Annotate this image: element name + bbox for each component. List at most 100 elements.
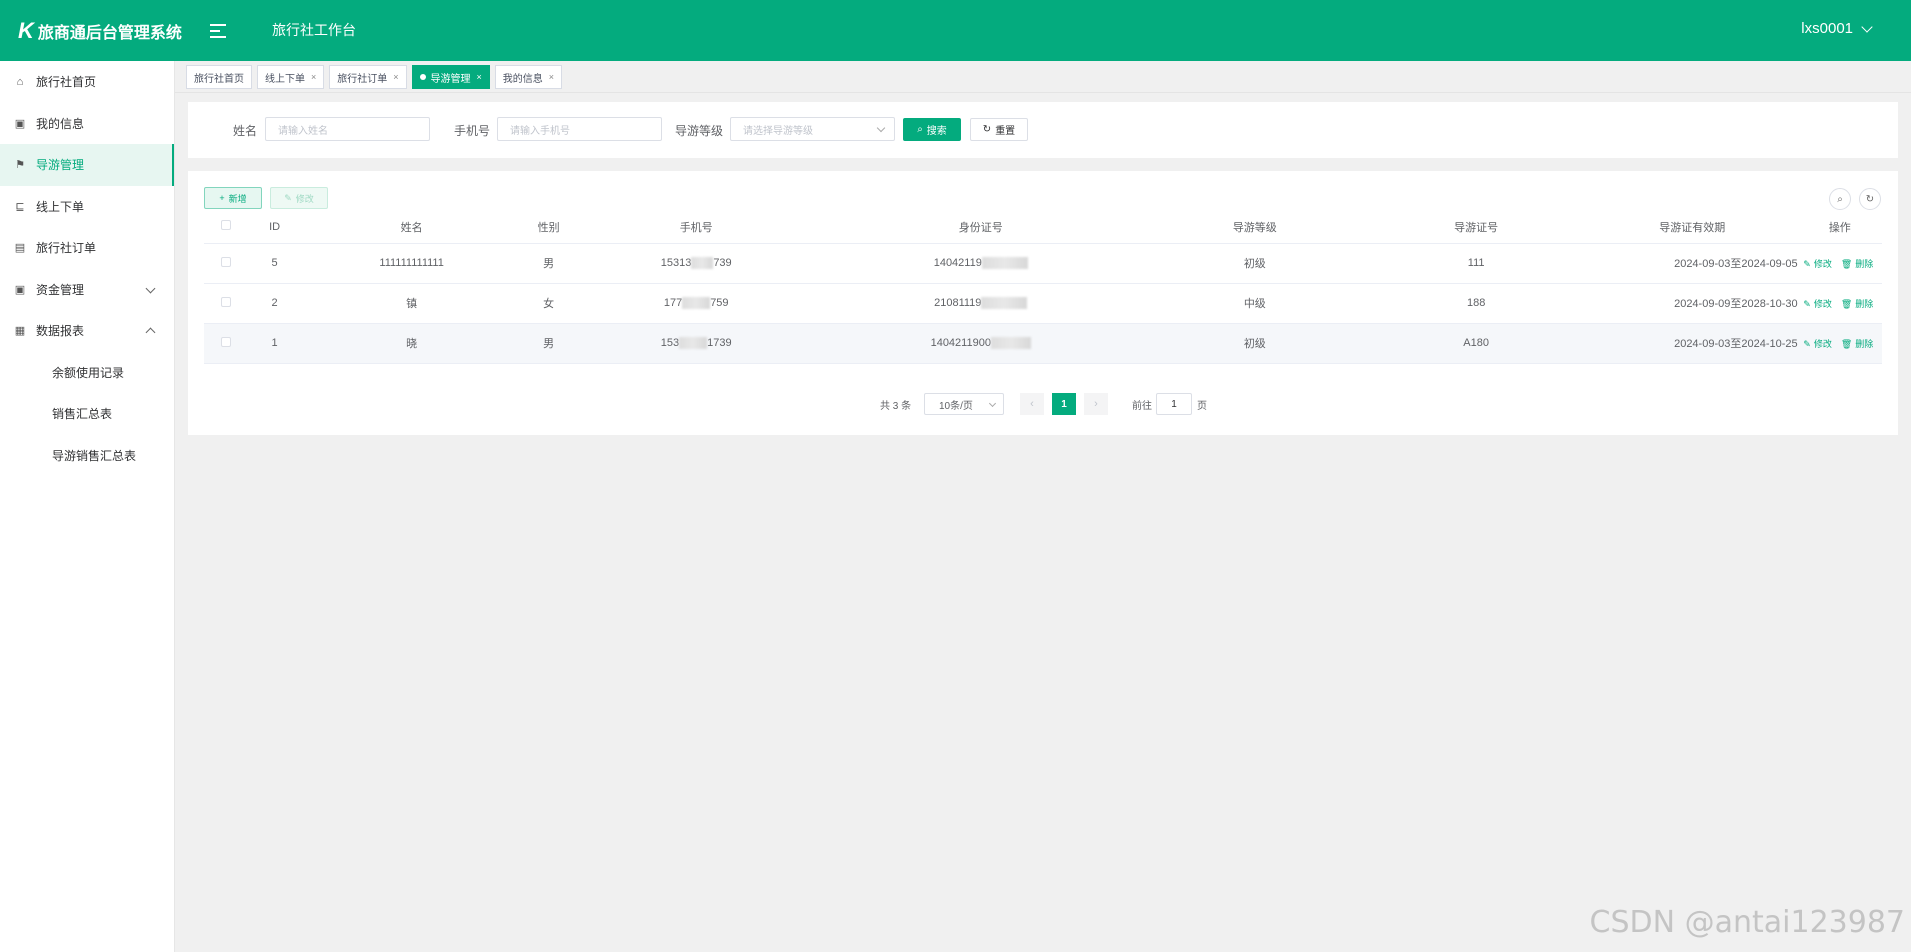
row-edit-link[interactable]: ✎ 修改 <box>1803 339 1835 349</box>
close-icon[interactable]: × <box>549 72 554 82</box>
page-size-value: 10条/页 <box>939 400 973 412</box>
row-delete-link[interactable]: 🗑 删除 <box>1841 259 1876 269</box>
idcard-start: 14042119 <box>933 256 982 269</box>
workspace-title: 旅行社工作台 <box>272 22 356 38</box>
page-unit: 页 <box>1197 400 1207 412</box>
sidebar-item-label: 数据报表 <box>36 324 85 339</box>
next-page-button[interactable]: › <box>1084 393 1108 415</box>
sidebar-item-agency-orders[interactable]: ▤ 旅行社订单 <box>0 227 174 269</box>
row-delete-link[interactable]: 🗑 删除 <box>1841 339 1876 349</box>
edit-link-label: 修改 <box>1813 258 1832 269</box>
phone-label: 手机号 <box>454 124 491 138</box>
table-row[interactable]: 5 111111111111 男 15313 739 14042119 初级 11… <box>204 243 1882 284</box>
search-button-label: 搜索 <box>926 126 947 137</box>
idcard-start: 1404211900 <box>930 336 991 349</box>
cell-gender: 男 <box>522 243 575 284</box>
cell-idcard: 14042119 <box>817 243 1145 284</box>
table-header-row: ID 姓名 性别 手机号 身份证号 导游等级 导游证号 导游证有效期 操作 <box>204 211 1882 244</box>
tab-my-info[interactable]: 我的信息 × <box>494 65 563 89</box>
close-icon[interactable]: × <box>393 72 398 82</box>
page-number-current[interactable]: 1 <box>1052 393 1076 415</box>
sidebar-item-label: 旅行社订单 <box>36 241 97 256</box>
edit-link-label: 修改 <box>1813 298 1832 309</box>
plus-icon: + <box>219 193 225 203</box>
sidebar-item-label: 导游管理 <box>36 158 85 173</box>
tab-guide-management[interactable]: 导游管理 × <box>411 65 490 89</box>
cell-name: 晓 <box>300 323 523 364</box>
cell-level: 初级 <box>1144 243 1366 284</box>
home-icon: ⌂ <box>16 75 24 88</box>
page-size-select[interactable]: 10条/页 <box>924 393 1004 415</box>
app-title: 旅商通后台管理系统 <box>37 24 182 42</box>
sidebar-subitem-balance-records[interactable]: 余额使用记录 <box>0 352 174 394</box>
search-button[interactable]: ⌕ 搜索 <box>903 118 961 141</box>
tab-agency-orders[interactable]: 旅行社订单 × <box>329 65 407 89</box>
cell-id: 1 <box>248 323 301 364</box>
sidebar-item-online-order[interactable]: ⊑ 线上下单 <box>0 186 174 228</box>
cell-license: 111 <box>1365 243 1587 284</box>
search-icon: ⌕ <box>917 124 923 135</box>
table-row[interactable]: 1 晓 男 153 1739 1404211900 初级 A180 2024-09… <box>204 323 1882 364</box>
row-checkbox[interactable] <box>204 323 249 364</box>
add-button[interactable]: + 新增 <box>204 187 262 209</box>
column-header: 身份证号 <box>817 211 1145 244</box>
tab-agency-home[interactable]: 旅行社首页 <box>186 65 252 89</box>
edit-icon: ✎ <box>284 192 292 203</box>
name-input[interactable]: 请输入姓名 <box>265 117 430 141</box>
row-checkbox[interactable] <box>204 283 249 324</box>
sidebar-item-label: 资金管理 <box>36 282 85 297</box>
goto-page-input[interactable]: 1 <box>1156 393 1192 415</box>
reset-button-label: 重置 <box>995 126 1016 137</box>
row-edit-link[interactable]: ✎ 修改 <box>1803 259 1835 269</box>
watermark: CSDN @antai123987 <box>1589 905 1905 940</box>
phone-end: 1739 <box>707 336 732 349</box>
select-all-checkbox[interactable] <box>204 211 249 244</box>
sidebar-item-guide-management[interactable]: ⚑ 导游管理 <box>0 144 174 186</box>
row-delete-link[interactable]: 🗑 删除 <box>1841 299 1876 309</box>
cell-idcard: 1404211900 <box>817 323 1145 364</box>
logo-icon: K <box>18 17 34 43</box>
idcard-start: 21081119 <box>934 296 982 309</box>
reset-button[interactable]: ↻ 重置 <box>970 118 1028 141</box>
sidebar-item-funds[interactable]: ▣ 资金管理 <box>0 269 174 311</box>
sidebar-subitem-guide-sales-summary[interactable]: 导游销售汇总表 <box>0 435 174 477</box>
chevron-up-icon <box>145 327 156 338</box>
clipboard-icon: ▤ <box>14 242 26 255</box>
column-header: 操作 <box>1797 211 1882 244</box>
sidebar-item-my-info[interactable]: ▣ 我的信息 <box>0 103 174 145</box>
user-menu[interactable]: lxs0001 <box>1801 20 1873 37</box>
sidebar-subitem-sales-summary[interactable]: 销售汇总表 <box>0 393 174 435</box>
search-toggle-icon[interactable]: ⌕ <box>1829 188 1851 210</box>
redaction-blur <box>981 297 1028 310</box>
column-header: 导游证有效期 <box>1586 211 1798 244</box>
delete-link-label: 删除 <box>1855 298 1874 309</box>
prev-page-button[interactable]: ‹ <box>1020 393 1044 415</box>
refresh-icon[interactable]: ↻ <box>1859 188 1881 210</box>
level-label: 导游等级 <box>675 124 724 138</box>
table-row[interactable]: 2 镇 女 177 759 21081119 中级 188 2024-09-09至… <box>204 283 1882 324</box>
menu-toggle-icon[interactable] <box>210 20 228 40</box>
redaction-blur <box>990 337 1031 350</box>
close-icon[interactable]: × <box>477 72 482 82</box>
edit-button[interactable]: ✎ 修改 <box>270 187 328 209</box>
column-header: 导游证号 <box>1365 211 1587 244</box>
phone-input[interactable]: 请输入手机号 <box>497 117 662 141</box>
username: lxs0001 <box>1801 20 1853 37</box>
tab-online-order[interactable]: 线上下单 × <box>257 65 325 89</box>
sidebar-item-home[interactable]: ⌂ 旅行社首页 <box>0 61 174 103</box>
delete-link-label: 删除 <box>1855 258 1874 269</box>
close-icon[interactable]: × <box>311 72 316 82</box>
row-edit-link[interactable]: ✎ 修改 <box>1803 299 1835 309</box>
row-checkbox[interactable] <box>204 243 249 284</box>
divider <box>175 92 1911 93</box>
name-placeholder: 请输入姓名 <box>278 125 328 137</box>
column-header: ID <box>248 211 301 244</box>
edit-link-label: 修改 <box>1813 338 1832 349</box>
cell-actions: ✎ 修改 🗑 删除 <box>1797 243 1882 284</box>
level-select[interactable]: 请选择导游等级 <box>730 117 895 141</box>
sidebar-item-reports[interactable]: ▦ 数据报表 <box>0 310 174 352</box>
cell-validity: 2024-09-03至2024-09-05 <box>1586 243 1798 284</box>
goto-label: 前往 <box>1132 400 1152 412</box>
redaction-blur <box>981 257 1028 270</box>
phone-start: 153 <box>660 336 680 349</box>
